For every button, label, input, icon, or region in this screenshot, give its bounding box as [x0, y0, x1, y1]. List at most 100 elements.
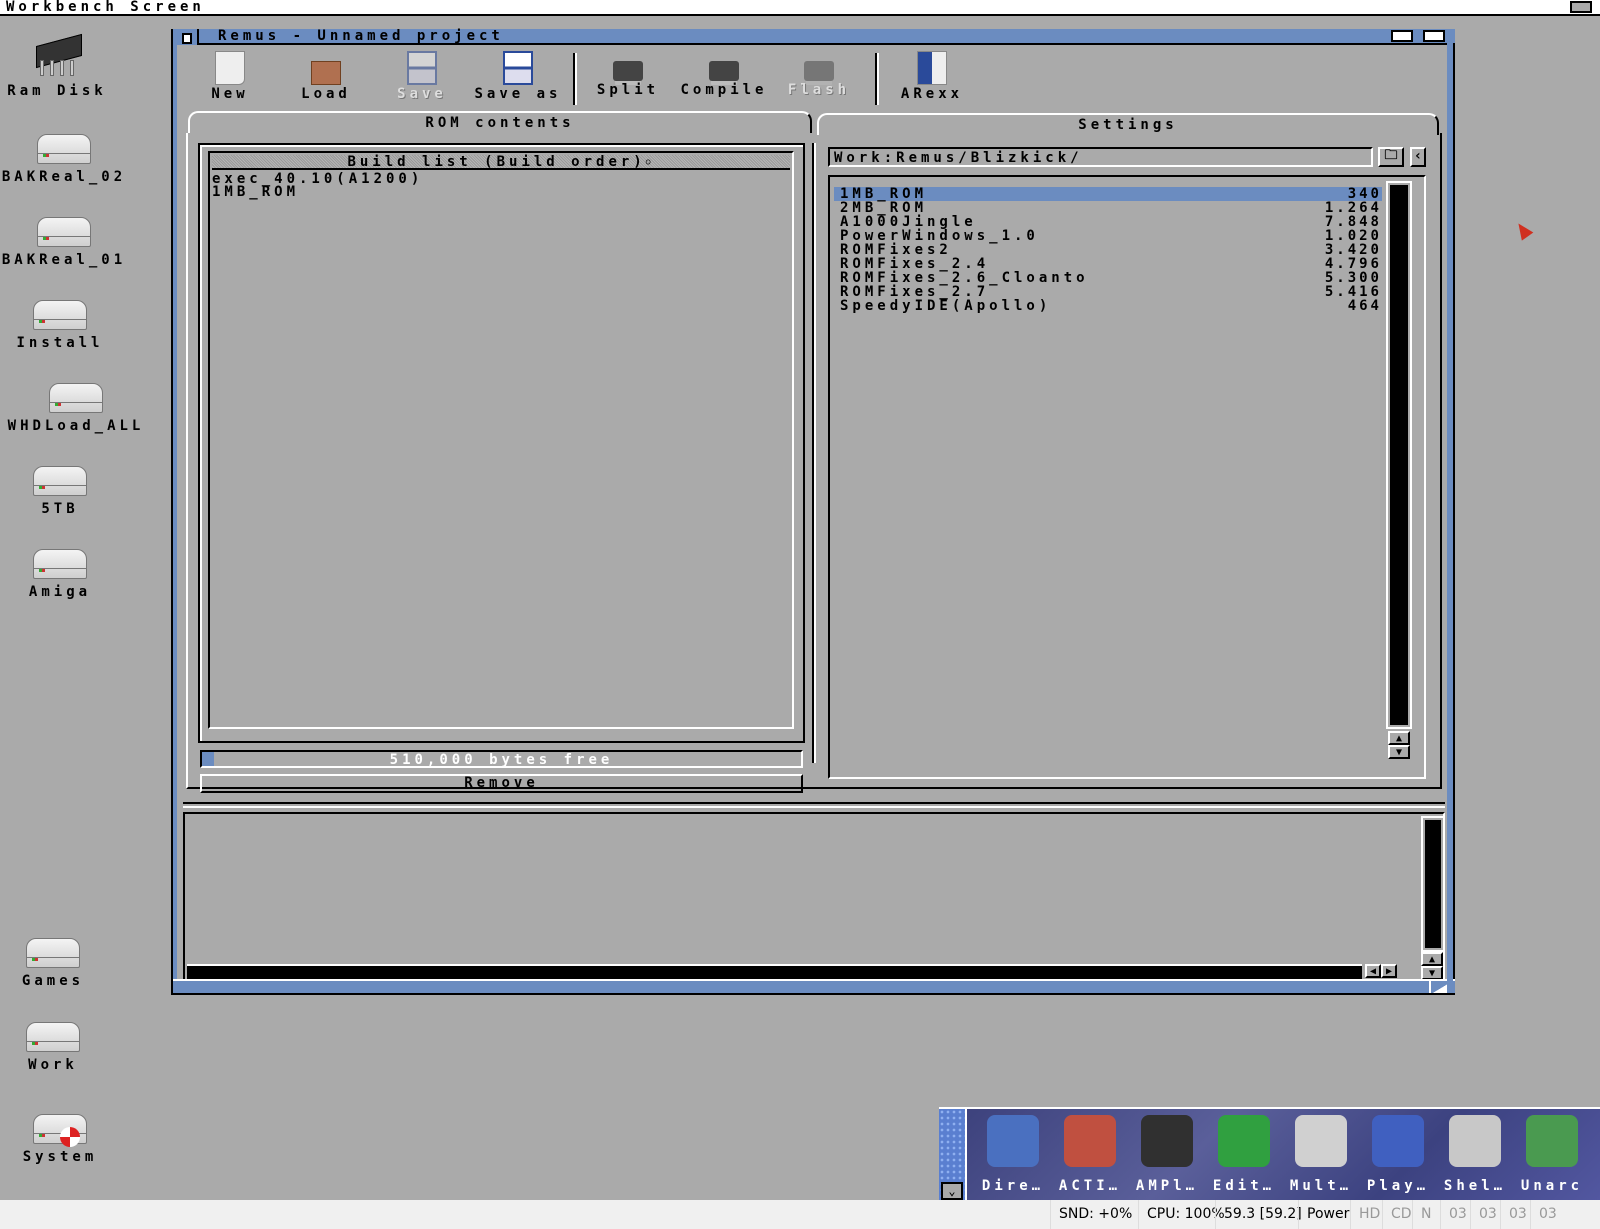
log-scroll-down-button[interactable]: ▼ — [1421, 966, 1443, 980]
desktop-icon-whdload-all[interactable]: WHDLoad_ALL — [6, 375, 146, 433]
free-space-text: 510,000 bytes free — [389, 752, 614, 768]
file-list-item[interactable]: ROMFixes_2.7 5.416 — [834, 285, 1382, 299]
file-list-item[interactable]: A1000Jingle 7.848 — [834, 215, 1382, 229]
dock-item-edit[interactable]: Edit… — [1206, 1115, 1282, 1193]
desktop-icon-amiga[interactable]: Amiga — [0, 541, 130, 599]
scroll-left-button[interactable]: ◀ — [1365, 964, 1381, 978]
remove-button[interactable]: Remove — [200, 774, 803, 793]
path-text: Work:Remus/Blizkick/ — [834, 150, 1083, 166]
toolbar-button-label: Split — [596, 82, 660, 98]
toolbar-button-label: Save — [397, 86, 447, 102]
dock-item-mult[interactable]: Mult… — [1283, 1115, 1359, 1193]
toolbar-button-label: Flash — [787, 82, 851, 98]
desktop-icon-label: Amiga — [28, 584, 92, 600]
file-list-item[interactable]: ROMFixes_2.6_Cloanto 5.300 — [834, 271, 1382, 285]
file-list-scrollbar[interactable] — [1388, 183, 1410, 727]
chevron-up-icon: ▲ — [1428, 954, 1436, 965]
scroll-up-button[interactable]: ▲ — [1388, 731, 1410, 745]
desktop-icon-5tb[interactable]: 5TB — [0, 458, 130, 516]
toolbar-button-label: Save as — [474, 86, 562, 102]
toolbar-button-flash[interactable]: Flash — [774, 51, 864, 97]
file-list-item[interactable]: PowerWindows_1.0 1.020 — [834, 229, 1382, 243]
window-bottom-border — [173, 979, 1455, 993]
folder-button[interactable]: 🗀 — [1378, 147, 1404, 167]
dock-item-label: Edit… — [1212, 1178, 1276, 1194]
dock-item-label: ACTI… — [1058, 1178, 1122, 1194]
desktop-icon-label: BAKReal_02 — [1, 169, 127, 185]
toolbar-button-save-as[interactable]: Save as — [473, 51, 563, 101]
file-list-item[interactable]: 1MB_ROM 340 — [834, 187, 1382, 201]
desktop-icon-bakreal-01[interactable]: BAKReal_01 — [0, 209, 134, 267]
build-list-header: Build list (Build order)○ — [212, 155, 790, 170]
chip-leg — [40, 60, 44, 76]
close-button[interactable] — [173, 29, 199, 45]
status-item: 03 — [1530, 1200, 1565, 1229]
toolbar-button-label: ARexx — [900, 86, 964, 102]
zoom-button[interactable] — [1391, 30, 1413, 42]
file-size: 1.264 — [1324, 200, 1382, 216]
boing-ball-icon — [60, 1127, 80, 1147]
desktop-icon-system[interactable]: System — [0, 1106, 130, 1164]
desktop-icon-label: Install — [16, 335, 104, 351]
hard-drive-icon — [33, 549, 87, 579]
toolbar-button-new[interactable]: New — [185, 51, 275, 101]
arexx-icon — [917, 51, 947, 85]
file-size: 5.416 — [1324, 284, 1382, 300]
scroll-right-button[interactable]: ▶ — [1381, 964, 1397, 978]
dock-item-unarc[interactable]: Unarc — [1514, 1115, 1590, 1193]
toolbar-button-compile[interactable]: Compile — [679, 51, 769, 97]
resize-handle-icon[interactable] — [1429, 981, 1451, 993]
chevron-down-icon[interactable]: ⌄ — [941, 1182, 963, 1200]
dock-item-ampl[interactable]: AMPl… — [1129, 1115, 1205, 1193]
file-list-item[interactable]: 2MB_ROM 1.264 — [834, 201, 1382, 215]
floppy-icon — [503, 51, 533, 85]
header-text: Build list (Build order) — [347, 154, 646, 170]
desktop-icon-label: System — [22, 1149, 98, 1165]
desktop-icon-ram-disk[interactable]: Ram Disk — [0, 33, 127, 98]
path-field[interactable]: Work:Remus/Blizkick/ — [828, 147, 1373, 167]
chevron-down-icon: ▼ — [1428, 968, 1436, 979]
floppy-icon — [407, 51, 437, 85]
dock-item-acti[interactable]: ACTI… — [1052, 1115, 1128, 1193]
toolbar-button-load[interactable]: Load — [281, 51, 371, 101]
screen-depth-button[interactable] — [1570, 1, 1592, 13]
shell-window-icon — [1449, 1115, 1501, 1167]
file-name: A1000Jingle — [840, 214, 977, 230]
status-item: Power — [1298, 1200, 1357, 1229]
toolbar-button-split[interactable]: Split — [583, 51, 673, 97]
log-horizontal-scrollbar[interactable] — [187, 964, 1362, 980]
dock-item-play[interactable]: Play… — [1360, 1115, 1436, 1193]
dock-item-dire[interactable]: Dire… — [975, 1115, 1051, 1193]
log-vertical-scrollbar[interactable] — [1423, 818, 1443, 950]
scroll-down-button[interactable]: ▼ — [1388, 745, 1410, 759]
desktop-icon-install[interactable]: Install — [0, 292, 130, 350]
desktop-icon-games[interactable]: Games — [0, 930, 123, 988]
window-title-bar[interactable]: Remus - Unnamed project — [173, 29, 1455, 45]
tab-settings[interactable]: Settings — [817, 113, 1439, 135]
build-list[interactable]: Build list (Build order)○ exec_40.10(A12… — [208, 151, 794, 729]
desktop-icon-work[interactable]: Work — [0, 1014, 123, 1072]
build-list-item[interactable]: 1MB_ROM — [210, 185, 790, 199]
file-list[interactable]: 1MB_ROM 340 2MB_ROM 1.264 A1000Jingle 7.848 Po… — [828, 175, 1426, 779]
tab-rom-contents[interactable]: ROM contents — [188, 111, 812, 133]
desktop-icon-bakreal-02[interactable]: BAKReal_02 — [0, 126, 134, 184]
status-item: SND: +0% — [1050, 1200, 1140, 1229]
new-document-icon — [215, 51, 245, 85]
log-output-area[interactable]: ◀ ▶ ▲ ▼ — [183, 812, 1445, 987]
toolbar-button-save[interactable]: Save — [377, 51, 467, 101]
dock-handle[interactable]: ⌄ — [939, 1109, 967, 1202]
file-list-item[interactable]: ROMFixes2 3.420 — [834, 243, 1382, 257]
dock-item-label: Play… — [1366, 1178, 1430, 1194]
parent-button[interactable]: ‹ — [1410, 147, 1426, 167]
file-name: ROMFixes_2.6_Cloanto — [840, 270, 1089, 286]
depth-button[interactable] — [1423, 30, 1445, 42]
tab-label: ROM contents — [425, 115, 575, 131]
file-size: 3.420 — [1324, 242, 1382, 258]
file-list-item[interactable]: ROMFixes_2.4 4.796 — [834, 257, 1382, 271]
chevron-left-icon: ‹ — [1413, 148, 1423, 164]
chip-icon — [804, 61, 834, 81]
dock-item-shel[interactable]: Shel… — [1437, 1115, 1513, 1193]
log-scroll-up-button[interactable]: ▲ — [1421, 952, 1443, 966]
file-list-item[interactable]: SpeedyIDE(Apollo) 464 — [834, 299, 1382, 313]
toolbar-button-arexx[interactable]: ARexx — [887, 51, 977, 101]
